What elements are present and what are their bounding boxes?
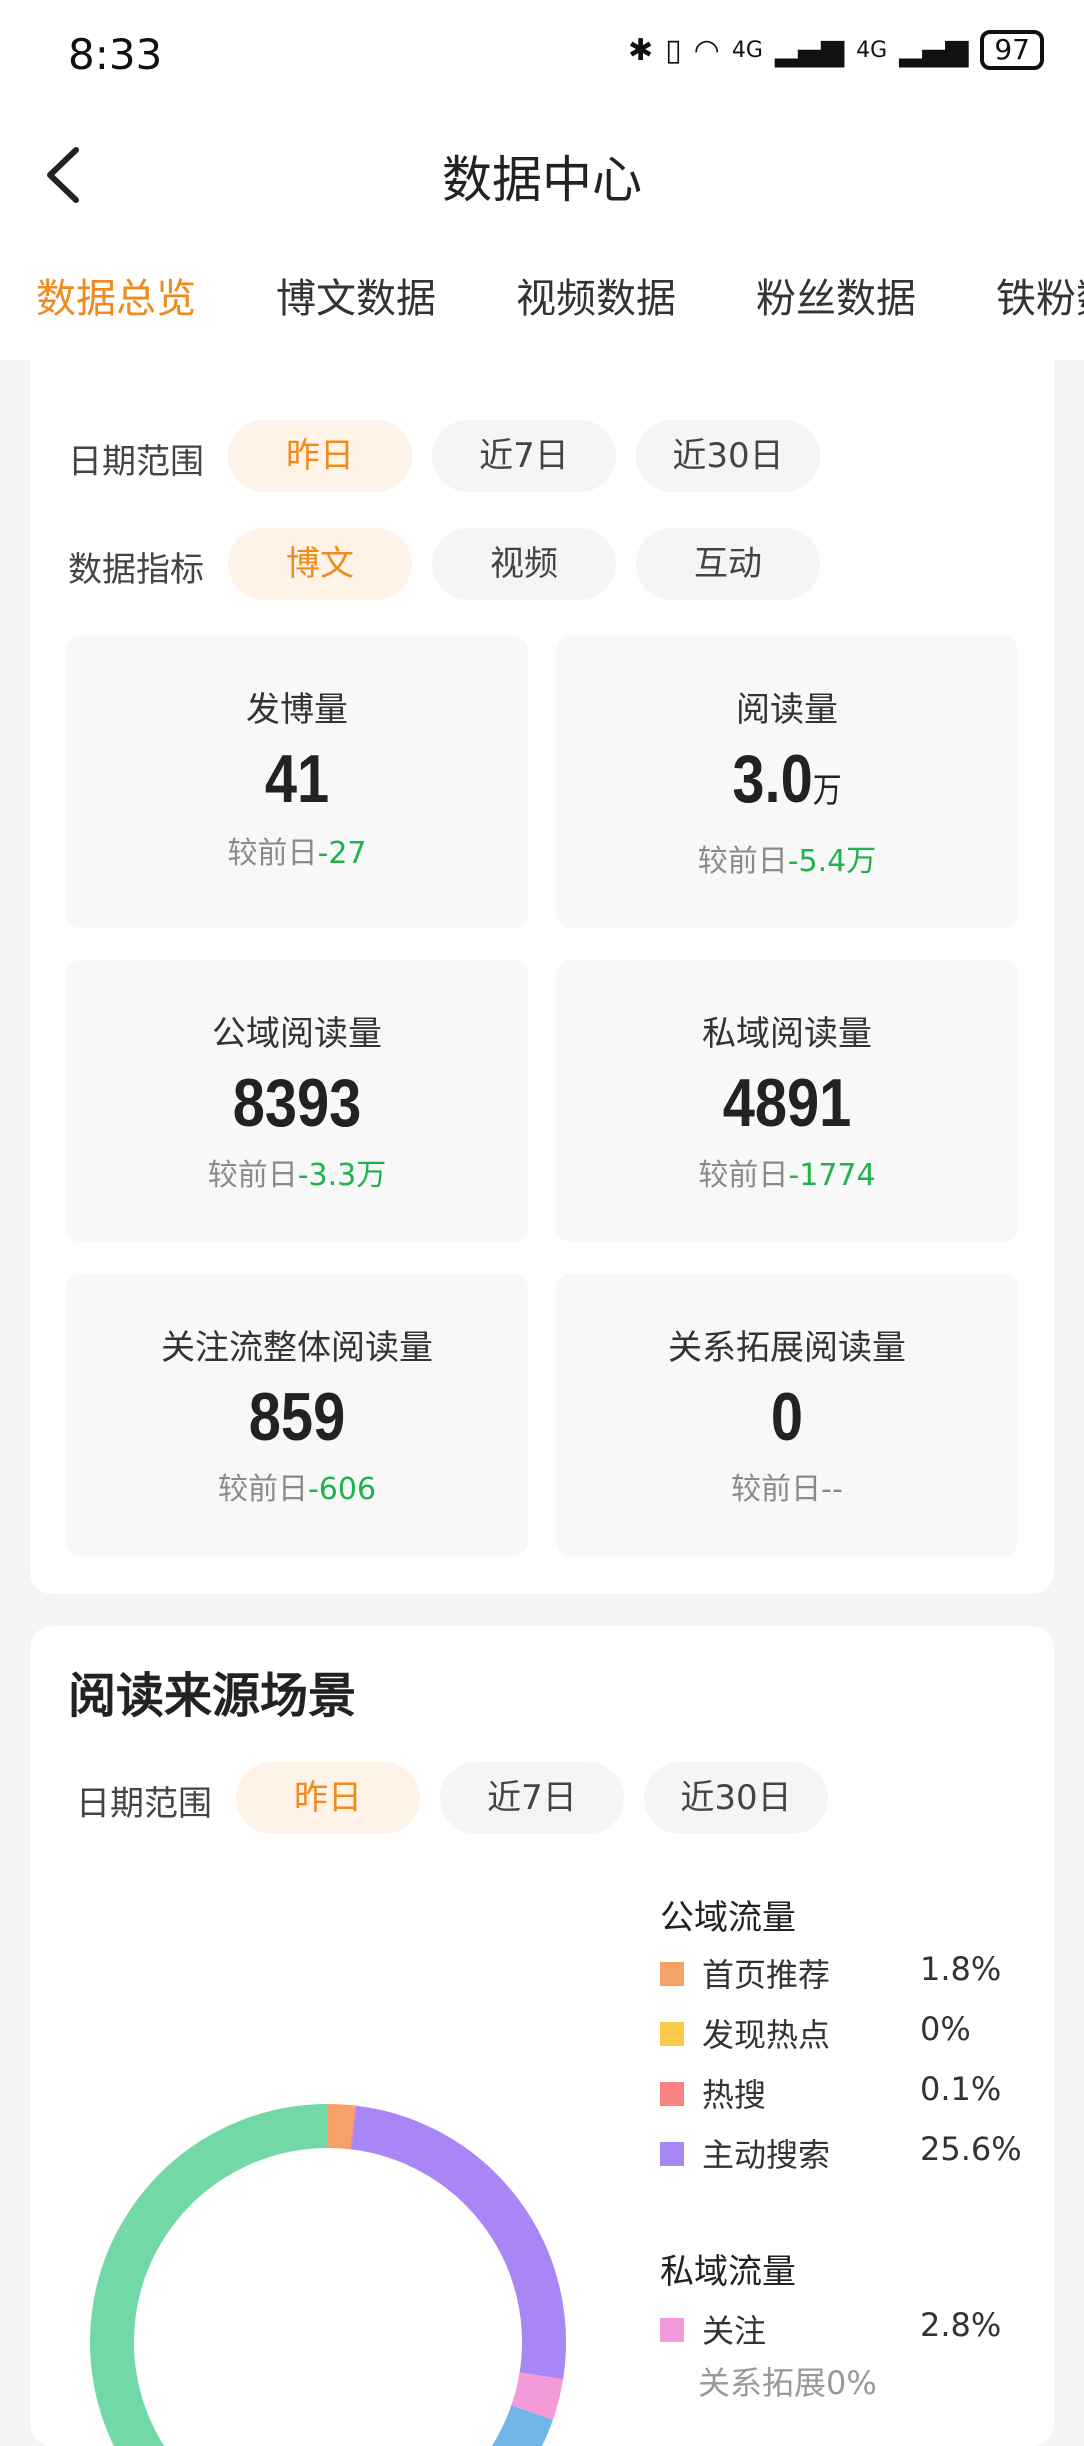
metric-value: 0	[591, 1378, 984, 1456]
legend-swatch	[660, 2318, 684, 2342]
section-title: 阅读来源场景	[68, 1656, 356, 1726]
legend-item: 主动搜索 25.6%	[660, 2130, 1020, 2176]
metric-title: 关系拓展阅读量	[556, 1320, 1018, 1369]
metric-compare: 较前日-5.4万	[556, 836, 1018, 880]
legend-swatch	[660, 1962, 684, 1986]
tab-bar: 数据总览 博文数据 视频数据 粉丝数据 铁粉数	[0, 266, 1084, 336]
metric-card-reads[interactable]: 阅读量 3.0万 较前日-5.4万	[556, 636, 1018, 928]
metric-card-follow-feed-reads[interactable]: 关注流整体阅读量 859 较前日-606	[66, 1274, 528, 1556]
donut-slice	[532, 2376, 541, 2413]
date-chip-7d[interactable]: 近7日	[432, 420, 616, 492]
legend-item: 关注 2.8%	[660, 2306, 1020, 2352]
metric-title: 发博量	[66, 682, 528, 731]
date-chip-yesterday[interactable]: 昨日	[236, 1762, 420, 1834]
metric-chip-interactions[interactable]: 互动	[636, 528, 820, 600]
legend-percent: 25.6%	[920, 2130, 1022, 2168]
legend-label: 热搜	[702, 2070, 766, 2116]
metric-value: 8393	[101, 1064, 494, 1142]
metric-label: 数据指标	[68, 542, 204, 591]
vibrate-icon: ▯	[665, 33, 682, 68]
metric-compare: 较前日-1774	[556, 1150, 1018, 1194]
metric-card-relation-reads[interactable]: 关系拓展阅读量 0 较前日--	[556, 1274, 1018, 1556]
legend-label: 关注	[702, 2306, 766, 2352]
legend-percent: 0%	[920, 2010, 971, 2048]
metric-title: 阅读量	[556, 682, 1018, 731]
date-chip-7d[interactable]: 近7日	[440, 1762, 624, 1834]
overview-card: 日期范围 昨日 近7日 近30日 数据指标 博文 视频 互动 发博量 41 较前…	[30, 330, 1054, 1594]
legend-item: 发现热点 0%	[660, 2010, 1020, 2056]
donut-slice	[354, 2128, 544, 2376]
metric-chip-posts[interactable]: 博文	[228, 528, 412, 600]
donut-chart	[90, 1886, 610, 2446]
date-chip-30d[interactable]: 近30日	[644, 1762, 828, 1834]
signal-icon: ▂▄▆	[775, 33, 844, 68]
metric-compare: 较前日--	[556, 1464, 1018, 1508]
metric-card-public-reads[interactable]: 公域阅读量 8393 较前日-3.3万	[66, 960, 528, 1242]
metric-title: 私域阅读量	[556, 1006, 1018, 1055]
signal-label-2: 4G	[856, 38, 887, 63]
metric-value: 859	[101, 1378, 494, 1456]
donut-slice	[112, 2126, 457, 2446]
legend-percent: 1.8%	[920, 1950, 1001, 1988]
read-source-card: 阅读来源场景 日期范围 昨日 近7日 近30日 公域流量 首页推荐 1.8% 发…	[30, 1626, 1054, 2446]
metric-value: 3.0万	[591, 740, 984, 818]
battery-level: 97	[980, 30, 1044, 70]
legend-swatch	[660, 2082, 684, 2106]
tab-videos[interactable]: 视频数据	[516, 266, 676, 324]
legend-item: 热搜 0.1%	[660, 2070, 1020, 2116]
bluetooth-icon: ✱	[628, 33, 653, 68]
tab-posts[interactable]: 博文数据	[276, 266, 436, 324]
legend-swatch	[660, 2142, 684, 2166]
metric-card-posts[interactable]: 发博量 41 较前日-27	[66, 636, 528, 928]
status-time: 8:33	[68, 30, 162, 79]
signal-label-1: 4G	[732, 38, 763, 63]
date-range-label: 日期范围	[76, 1776, 212, 1825]
legend-label: 发现热点	[702, 2010, 830, 2056]
legend-private-title: 私域流量	[660, 2244, 796, 2293]
status-icons: ✱ ▯ ◠ 4G ▂▄▆ 4G ▂▄▆ 97	[628, 30, 1044, 70]
metric-value: 4891	[591, 1064, 984, 1142]
legend-label: 首页推荐	[702, 1950, 830, 1996]
metric-value: 41	[101, 740, 494, 818]
donut-slice	[457, 2413, 532, 2446]
legend-item: 首页推荐 1.8%	[660, 1950, 1020, 1996]
page-title: 数据中心	[0, 140, 1084, 212]
legend-public-title: 公域流量	[660, 1890, 796, 1939]
metric-compare: 较前日-27	[66, 828, 528, 872]
legend-swatch	[660, 2022, 684, 2046]
metric-compare: 较前日-3.3万	[66, 1150, 528, 1194]
tab-iron-fans[interactable]: 铁粉数	[996, 266, 1084, 324]
wifi-icon: ◠	[694, 33, 720, 68]
donut-slice	[328, 2126, 352, 2127]
metric-compare: 较前日-606	[66, 1464, 528, 1508]
metric-chip-videos[interactable]: 视频	[432, 528, 616, 600]
legend-percent: 0.1%	[920, 2070, 1001, 2108]
metric-card-private-reads[interactable]: 私域阅读量 4891 较前日-1774	[556, 960, 1018, 1242]
tab-fans[interactable]: 粉丝数据	[756, 266, 916, 324]
metric-title: 关注流整体阅读量	[66, 1320, 528, 1369]
metric-title: 公域阅读量	[66, 1006, 528, 1055]
tab-overview[interactable]: 数据总览	[36, 266, 196, 324]
date-chip-30d[interactable]: 近30日	[636, 420, 820, 492]
date-range-label: 日期范围	[68, 434, 204, 483]
legend-percent: 2.8%	[920, 2306, 1001, 2344]
date-chip-yesterday[interactable]: 昨日	[228, 420, 412, 492]
legend-label: 主动搜索	[702, 2130, 830, 2176]
legend-sub-note: 关系拓展0%	[698, 2358, 877, 2404]
signal-icon: ▂▄▆	[899, 33, 968, 68]
